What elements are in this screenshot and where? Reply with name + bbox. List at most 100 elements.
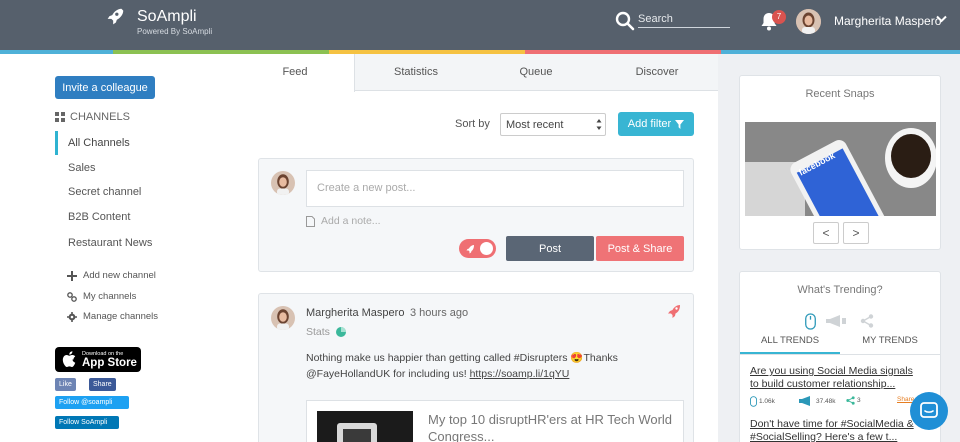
sort-label: Sort by — [455, 118, 490, 130]
mouse-small-icon — [750, 396, 757, 407]
tab-my-trends[interactable]: MY TRENDS — [840, 335, 940, 346]
trend-clicks-metric: 1.06k — [750, 396, 775, 407]
channel-sales[interactable]: Sales — [55, 156, 236, 180]
recent-snaps-panel: Recent Snaps facebook < > — [739, 75, 941, 250]
new-post-input[interactable]: Create a new post... — [306, 170, 684, 207]
apple-icon — [62, 351, 76, 367]
active-trend-tab-indicator — [740, 352, 840, 354]
shares-value: 3 — [857, 397, 861, 404]
post-author[interactable]: Margherita Maspero — [306, 307, 404, 319]
post-link[interactable]: https://soamp.li/1qYU — [470, 368, 570, 380]
top-bar: SoAmpli Powered By SoAmpli 7 Margherita … — [0, 0, 960, 50]
add-note-field[interactable]: Add a note... — [306, 215, 381, 227]
link-icon — [67, 291, 77, 302]
post-button[interactable]: Post — [506, 236, 594, 261]
megaphone-icon[interactable] — [825, 314, 847, 328]
user-name[interactable]: Margherita Maspero — [834, 14, 941, 28]
filter-icon — [675, 119, 685, 129]
select-arrows-icon — [596, 119, 602, 130]
notification-badge: 7 — [772, 10, 786, 24]
rocket-logo-icon[interactable] — [104, 6, 126, 28]
add-new-channel-label: Add new channel — [83, 270, 156, 281]
app-store-badge[interactable]: Download on the App Store — [55, 347, 141, 372]
linkedin-follow-label: Follow SoAmpli — [59, 419, 108, 426]
brand-name[interactable]: SoAmpli — [137, 8, 197, 26]
snaps-next-button[interactable]: > — [843, 222, 869, 244]
facebook-like-button[interactable]: Like — [55, 378, 76, 391]
snaps-prev-button[interactable]: < — [813, 222, 839, 244]
app-store-line2: App Store — [82, 357, 137, 369]
mouse-icon[interactable] — [805, 313, 816, 330]
feed-panel: Feed Statistics Queue Discover Sort by M… — [236, 54, 718, 442]
composer-avatar — [271, 171, 295, 195]
post-composer: Create a new post... Add a note... Post … — [258, 158, 694, 272]
rocket-badge-icon[interactable] — [667, 304, 681, 318]
post-card: Margherita Maspero 3 hours ago Stats Not… — [258, 293, 694, 442]
recent-snaps-title: Recent Snaps — [805, 88, 875, 100]
trend-shares-metric: 3 — [846, 396, 861, 405]
channels-heading: CHANNELS — [55, 111, 130, 123]
clicks-value: 1.06k — [759, 398, 775, 405]
channels-icon — [55, 112, 65, 122]
channel-restaurant-news[interactable]: Restaurant News — [55, 231, 236, 255]
share-small-icon — [846, 396, 855, 405]
post-author-avatar[interactable] — [271, 306, 295, 330]
stats-label: Stats — [306, 326, 330, 338]
link-preview[interactable]: My top 10 disruptHR'ers at HR Tech World… — [306, 400, 684, 442]
user-avatar[interactable] — [796, 9, 821, 34]
manage-channels-link[interactable]: Manage channels — [67, 311, 158, 322]
post-body: Nothing make us happier than getting cal… — [306, 352, 618, 380]
search-input[interactable] — [638, 10, 730, 28]
sidebar: Invite a colleague CHANNELS All Channels… — [0, 54, 236, 442]
pie-chart-icon — [335, 327, 346, 337]
post-and-share-button[interactable]: Post & Share — [596, 236, 684, 261]
my-channels-link[interactable]: My channels — [67, 291, 136, 302]
plus-icon — [67, 270, 77, 281]
snap-image[interactable]: facebook — [745, 122, 936, 216]
twitter-follow-button[interactable]: Follow @soampli — [55, 396, 129, 409]
channel-secret[interactable]: Secret channel — [55, 180, 236, 204]
note-icon — [306, 215, 315, 227]
trend-item-1[interactable]: Are you using Social Media signals to bu… — [750, 365, 920, 391]
amplify-toggle[interactable] — [459, 239, 496, 258]
sort-select[interactable]: Most recent — [500, 113, 606, 136]
tab-discover[interactable]: Discover — [596, 54, 718, 91]
gear-icon — [67, 311, 77, 322]
tab-queue[interactable]: Queue — [476, 54, 596, 91]
tab-bar: Feed Statistics Queue Discover — [236, 54, 718, 92]
add-filter-button[interactable]: Add filter — [618, 112, 694, 136]
channels-heading-label: CHANNELS — [70, 111, 130, 123]
add-note-placeholder: Add a note... — [321, 215, 381, 227]
channel-b2b-content[interactable]: B2B Content — [55, 205, 236, 229]
like-label: Like — [59, 381, 72, 388]
linkedin-follow-button[interactable]: Follow SoAmpli — [55, 416, 119, 429]
post-text: Nothing make us happier than getting cal… — [306, 350, 676, 382]
share-icon[interactable] — [860, 314, 874, 328]
trend-item-2[interactable]: Don't have time for #SocialMedia & #Soci… — [750, 418, 920, 442]
twitter-follow-label: Follow @soampli — [59, 399, 113, 406]
reach-value: 37.48k — [816, 397, 836, 405]
megaphone-small-icon — [799, 396, 810, 406]
chat-icon — [920, 402, 938, 418]
preview-title: My top 10 disruptHR'ers at HR Tech World… — [428, 412, 673, 442]
toggle-knob — [480, 242, 493, 255]
add-new-channel-link[interactable]: Add new channel — [67, 270, 156, 281]
manage-channels-label: Manage channels — [83, 311, 158, 322]
tab-feed[interactable]: Feed — [236, 54, 355, 92]
invite-colleague-button[interactable]: Invite a colleague — [55, 76, 155, 99]
preview-image — [317, 411, 413, 442]
chat-launcher-button[interactable] — [910, 392, 948, 430]
channel-all-channels[interactable]: All Channels — [55, 131, 236, 155]
chevron-down-icon[interactable] — [936, 15, 947, 23]
search-icon[interactable] — [615, 11, 635, 31]
post-time: 3 hours ago — [410, 307, 469, 319]
tab-statistics[interactable]: Statistics — [356, 54, 476, 91]
post-stats[interactable]: Stats — [306, 326, 346, 338]
trend-tabs-divider — [740, 354, 940, 355]
facebook-share-button[interactable]: Share — [89, 378, 116, 391]
header-stripe-blue-2 — [721, 50, 960, 54]
rocket-icon — [466, 244, 474, 253]
my-channels-label: My channels — [83, 291, 137, 302]
brand-subtitle: Powered By SoAmpli — [137, 27, 213, 36]
tab-all-trends[interactable]: ALL TRENDS — [740, 335, 840, 346]
